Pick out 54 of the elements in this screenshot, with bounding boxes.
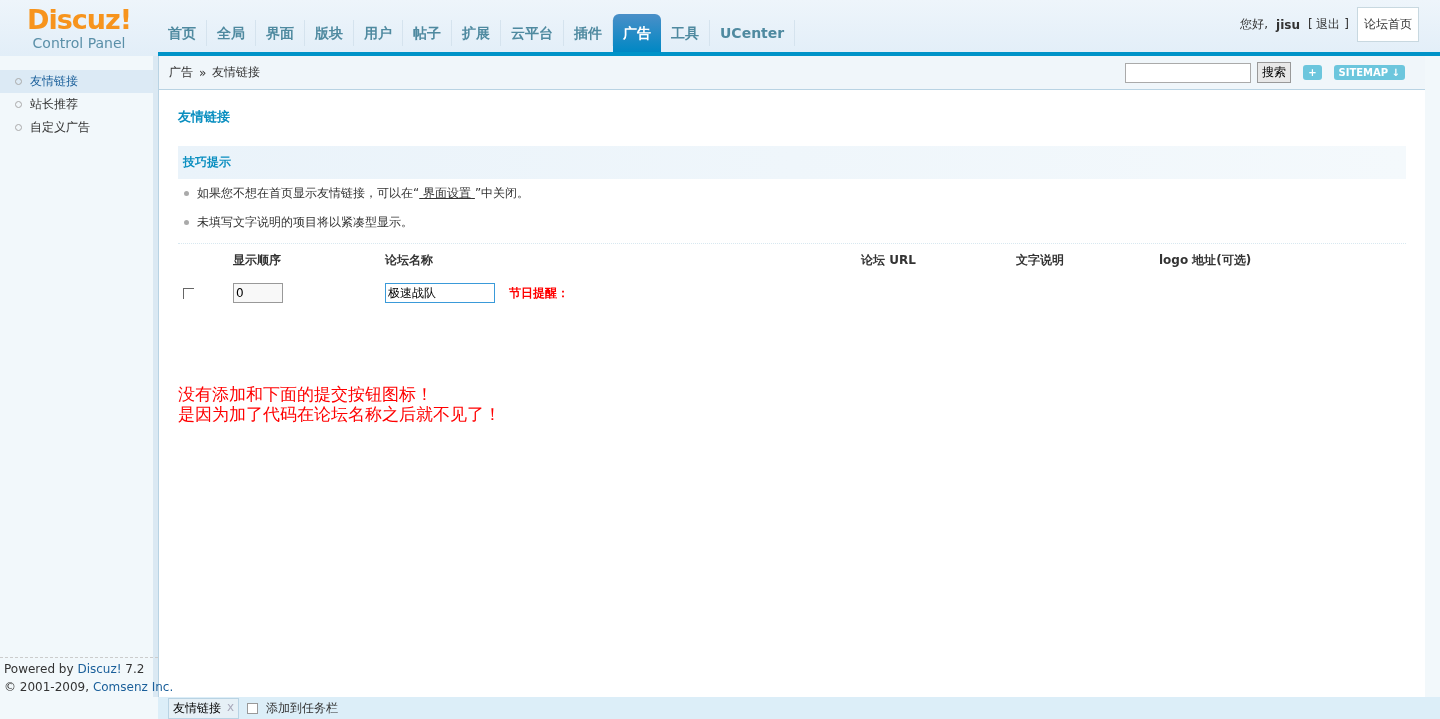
column-header: 文字说明: [1016, 252, 1065, 269]
task-tab[interactable]: 友情链接 x: [168, 697, 240, 719]
version-text: 7.2: [124, 662, 145, 676]
column-header: logo 地址(可选): [1159, 252, 1253, 269]
reminder-label: 节日提醒：: [509, 284, 569, 302]
search-field[interactable]: [1125, 62, 1252, 83]
nav-tab[interactable]: 帖子: [403, 20, 452, 46]
add-button[interactable]: +: [1303, 65, 1322, 80]
comsenz-link[interactable]: Comsenz Inc.: [92, 680, 174, 694]
nav-tab[interactable]: 版块: [305, 20, 354, 46]
search-button[interactable]: 搜索: [1257, 62, 1292, 83]
nav-tab[interactable]: 云平台: [501, 20, 564, 46]
remark-text: 没有添加和下面的提交按钮图标！: [178, 384, 434, 404]
nav-tab[interactable]: UCenter: [710, 20, 796, 46]
logout-link[interactable]: [ 退出 ]: [1308, 16, 1349, 33]
logo: Discuz!: [27, 5, 131, 35]
tip-text: 未填写文字说明的项目将以紧凑型显示。: [197, 214, 413, 231]
forum-home-button[interactable]: 论坛首页: [1357, 7, 1419, 42]
logo-subtitle: Control Panel: [32, 35, 126, 51]
powered-text: Powered by: [4, 662, 75, 676]
tips-title: 技巧提示: [178, 146, 1406, 179]
nav-tab[interactable]: 工具: [661, 20, 710, 46]
remark-text: 是因为加了代码在论坛名称之后就不见了！: [178, 404, 502, 424]
bullet-icon: [184, 191, 189, 196]
add-to-taskbar-link[interactable]: 添加到任务栏: [266, 699, 339, 717]
nav-tab[interactable]: 用户: [354, 20, 403, 46]
nav-tab[interactable]: 广告: [613, 14, 661, 52]
column-header: 论坛 URL: [861, 252, 917, 269]
name-field[interactable]: 极速战队: [385, 283, 495, 303]
nav-tab[interactable]: 首页: [158, 20, 207, 46]
greeting: 您好,: [1240, 16, 1269, 33]
column-header: 显示顺序: [233, 252, 282, 269]
bullet-icon: [184, 220, 189, 225]
nav-tab[interactable]: 扩展: [452, 20, 501, 46]
column-header: 论坛名称: [385, 252, 434, 269]
tip-text: 如果您不想在首页显示友情链接，可以在“ 界面设置 ”中关闭。: [197, 185, 530, 202]
breadcrumb-separator: »: [199, 65, 207, 80]
discuz-link[interactable]: Discuz!: [77, 662, 122, 676]
breadcrumb-current: 友情链接: [212, 64, 261, 81]
sitemap-button[interactable]: SITEMAP ↓: [1333, 65, 1405, 80]
plus-icon[interactable]: [247, 702, 259, 714]
nav-tab[interactable]: 全局: [207, 20, 256, 46]
close-icon[interactable]: x: [227, 699, 235, 717]
username: jisu: [1276, 17, 1300, 32]
checkbox[interactable]: [183, 287, 194, 299]
order-field[interactable]: 0: [233, 283, 283, 303]
settings-link[interactable]: 界面设置: [419, 186, 475, 200]
copyright-text: © 2001-2009,: [4, 680, 91, 694]
nav-tab[interactable]: 界面: [256, 20, 305, 46]
breadcrumb-link[interactable]: 广告: [169, 64, 193, 81]
page-title: 友情链接: [178, 108, 231, 126]
sidebar-item[interactable]: 友情链接: [0, 70, 153, 93]
sidebar-item[interactable]: 自定义广告: [0, 116, 153, 139]
sidebar-item[interactable]: 站长推荐: [0, 93, 153, 116]
